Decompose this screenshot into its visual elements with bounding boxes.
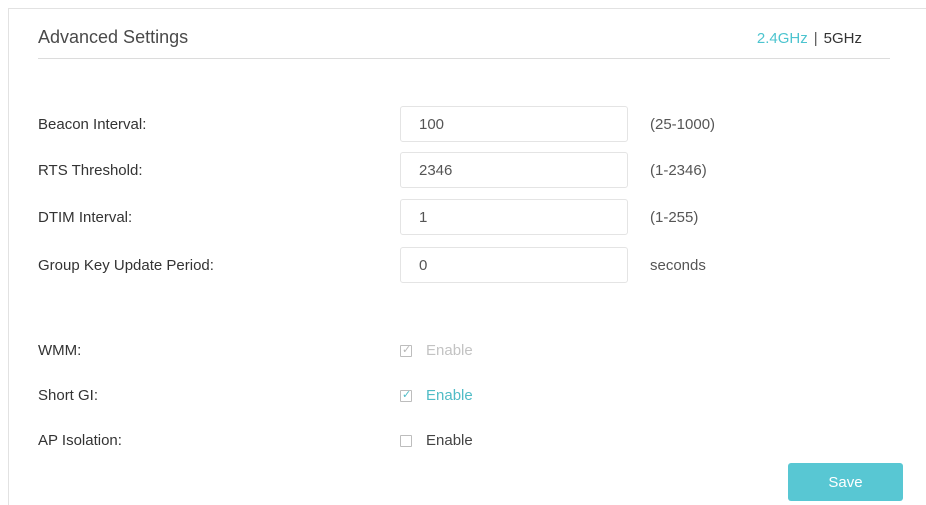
beacon-interval-label: Beacon Interval: [38,116,147,133]
rts-threshold-input[interactable] [400,152,628,188]
dtim-interval-range: (1-255) [650,209,699,226]
section-header: Advanced Settings 2.4GHz | 5GHz [38,24,890,59]
save-button[interactable]: Save [788,463,903,501]
rts-threshold-range: (1-2346) [650,162,707,179]
wmm-label: WMM: [38,342,82,359]
beacon-interval-row: Beacon Interval: (25-1000) [38,106,858,144]
ap-isolation-checkbox[interactable] [400,435,412,447]
page-title: Advanced Settings [38,27,189,47]
ap-isolation-enable-text[interactable]: Enable [426,432,473,449]
band-5ghz-link[interactable]: 5GHz [824,30,862,47]
group-key-update-input[interactable] [400,247,628,283]
group-key-update-label: Group Key Update Period: [38,257,214,274]
wmm-enable-text: Enable [426,342,473,359]
band-switcher: 2.4GHz | 5GHz [757,30,862,47]
ap-isolation-label: AP Isolation: [38,432,122,449]
dtim-interval-row: DTIM Interval: (1-255) [38,199,858,237]
dtim-interval-label: DTIM Interval: [38,209,133,226]
short-gi-enable-text[interactable]: Enable [426,387,473,404]
group-key-update-unit: seconds [650,257,706,274]
beacon-interval-range: (25-1000) [650,116,716,133]
short-gi-label: Short GI: [38,387,99,404]
wmm-row: WMM: ✓ Enable [38,339,858,363]
rts-threshold-row: RTS Threshold: (1-2346) [38,152,858,190]
rts-threshold-label: RTS Threshold: [38,162,143,179]
beacon-interval-input[interactable] [400,106,628,142]
checkmark-icon: ✓ [402,389,412,401]
wmm-checkbox[interactable]: ✓ [400,344,412,357]
band-separator: | [813,30,818,47]
band-2-4ghz-link[interactable]: 2.4GHz [757,30,808,47]
dtim-interval-input[interactable] [400,199,628,235]
ap-isolation-row: AP Isolation: Enable [38,429,858,453]
short-gi-checkbox[interactable]: ✓ [400,389,412,402]
group-key-update-row: Group Key Update Period: seconds [38,247,858,285]
short-gi-row: Short GI: ✓ Enable [38,384,858,408]
checkmark-icon: ✓ [402,344,412,356]
